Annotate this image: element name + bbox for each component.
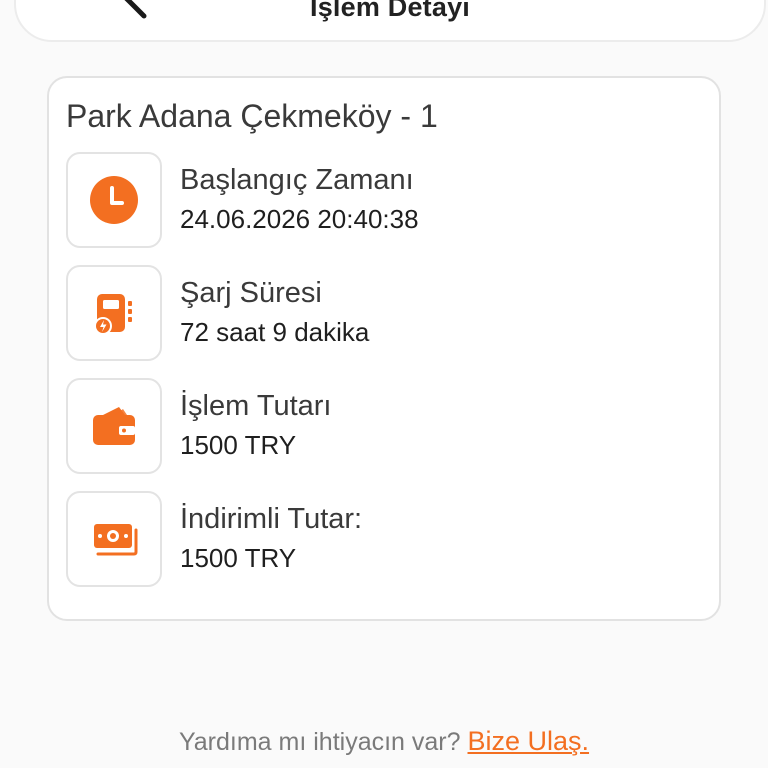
start-time-label: Başlangıç Zamanı [180, 164, 414, 196]
charge-duration-label: Şarj Süresi [180, 277, 322, 309]
clock-icon [90, 176, 138, 224]
start-time-value: 24.06.2026 20:40:38 [180, 204, 419, 234]
amount-label: İşlem Tutarı [180, 390, 332, 422]
banknotes-icon [94, 524, 138, 556]
detail-row-start-time: Başlangıç Zamanı 24.06.2026 20:40:38 [66, 152, 706, 250]
icon-tile [66, 265, 162, 361]
discounted-amount-label: İndirimli Tutar: [180, 503, 363, 535]
station-name: Park Adana Çekmeköy - 1 [66, 98, 438, 134]
icon-tile [66, 378, 162, 474]
detail-row-amount: İşlem Tutarı 1500 TRY [66, 378, 706, 476]
detail-row-discounted-amount: İndirimli Tutar: 1500 TRY [66, 491, 706, 589]
detail-row-charge-duration: Şarj Süresi 72 saat 9 dakika [66, 265, 706, 363]
page-title: İşlem Detayı [310, 0, 470, 22]
transaction-card: Park Adana Çekmeköy - 1 Başlangıç Zamanı… [47, 76, 721, 621]
wallet-icon [93, 407, 135, 445]
help-question: Yardıma mı ihtiyacın var? [178, 728, 461, 756]
charging-device-icon [94, 294, 132, 335]
help-footer: Yardıma mı ihtiyacın var? Bize Ulaş. [0, 726, 768, 757]
contact-us-link[interactable]: Bize Ulaş. [468, 726, 590, 756]
transaction-detail-page: İşlem Detayı Park Adana Çekmeköy - 1 Baş… [0, 0, 768, 768]
icon-tile [66, 491, 162, 587]
charge-duration-value: 72 saat 9 dakika [180, 317, 370, 347]
top-app-bar: İşlem Detayı [14, 0, 766, 42]
discounted-amount-value: 1500 TRY [180, 543, 297, 573]
icon-tile [66, 152, 162, 248]
amount-value: 1500 TRY [180, 430, 297, 460]
